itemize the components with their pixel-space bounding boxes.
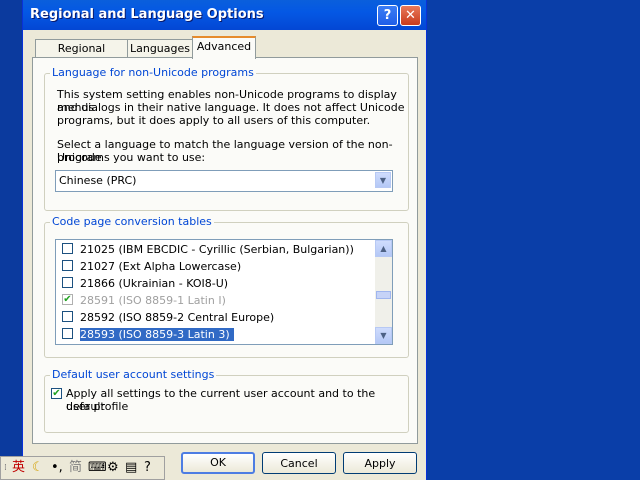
language-dropdown-value: Chinese (PRC)	[59, 174, 137, 187]
chevron-down-icon[interactable]: ▼	[375, 172, 391, 188]
help-button[interactable]: ?	[377, 5, 398, 26]
code-page-group-label: Code page conversion tables	[50, 215, 214, 228]
list-item[interactable]: 28592 (ISO 8859-2 Central Europe)	[56, 309, 374, 326]
list-item-selected[interactable]: 28593 (ISO 8859-3 Latin 3)	[56, 326, 374, 343]
tab-advanced[interactable]: Advanced	[192, 36, 256, 59]
ime-pad-icon[interactable]: ▤	[125, 460, 137, 476]
code-page-group: Code page conversion tables 21025 (IBM E…	[44, 215, 409, 358]
vertical-scrollbar[interactable]: ▲ ▼	[375, 240, 392, 344]
language-dropdown[interactable]: Chinese (PRC) ▼	[55, 170, 393, 192]
checkbox[interactable]	[62, 243, 73, 254]
cancel-button[interactable]: Cancel	[262, 452, 336, 474]
checkbox[interactable]	[62, 311, 73, 322]
default-user-group-label: Default user account settings	[50, 368, 217, 381]
apply-button[interactable]: Apply	[343, 452, 417, 474]
list-item[interactable]: 21027 (Ext Alpha Lowercase)	[56, 258, 374, 275]
apply-settings-line-2: user profile	[66, 400, 129, 413]
scroll-down-icon[interactable]: ▼	[375, 327, 392, 344]
desktop-background	[425, 0, 640, 480]
input-mode-indicator[interactable]: 简	[69, 460, 82, 476]
language-bar: ⁞ 英 ☾ •, 简 ⌨ ⚙ ▤ ?	[0, 456, 165, 480]
list-item-label: 21027 (Ext Alpha Lowercase)	[80, 260, 242, 273]
close-button[interactable]: ✕	[400, 5, 421, 26]
list-item[interactable]: 21025 (IBM EBCDIC - Cyrillic (Serbian, B…	[56, 241, 374, 258]
scroll-up-icon[interactable]: ▲	[375, 240, 392, 257]
code-page-list[interactable]: 21025 (IBM EBCDIC - Cyrillic (Serbian, B…	[55, 239, 393, 345]
scroll-thumb[interactable]	[376, 291, 391, 299]
punctuation-icon[interactable]: •,	[51, 460, 63, 476]
checkmark-icon[interactable]: ✔	[62, 294, 73, 305]
title-bar[interactable]: Regional and Language Options ? ✕	[23, 0, 426, 30]
non-unicode-group: Language for non-Unicode programs This s…	[44, 66, 409, 211]
checkbox[interactable]	[62, 328, 73, 339]
description-line-3: programs, but it does apply to all users…	[57, 114, 371, 127]
grip-icon[interactable]: ⁞	[4, 460, 7, 476]
list-item-label: 21866 (Ukrainian - KOI8-U)	[80, 277, 229, 290]
help-icon[interactable]: ?	[144, 460, 151, 476]
tools-icon[interactable]: ⚙	[107, 460, 119, 476]
moon-icon[interactable]: ☾	[32, 460, 44, 476]
list-item-label: 21025 (IBM EBCDIC - Cyrillic (Serbian, B…	[80, 243, 354, 256]
description-line-2: and dialogs in their native language. It…	[57, 101, 405, 114]
select-instruction-line-2: programs you want to use:	[57, 151, 206, 164]
checkmark-icon[interactable]: ✔	[51, 388, 62, 399]
checkbox[interactable]	[62, 260, 73, 271]
list-item[interactable]: 21866 (Ukrainian - KOI8-U)	[56, 275, 374, 292]
ok-button[interactable]: OK	[181, 452, 255, 474]
regional-language-dialog: Regional and Language Options ? ✕ Region…	[22, 0, 427, 480]
list-item-label: 28593 (ISO 8859-3 Latin 3)	[80, 328, 234, 341]
checkbox[interactable]	[62, 277, 73, 288]
keyboard-icon[interactable]: ⌨	[88, 460, 107, 476]
list-item-label: 28591 (ISO 8859-1 Latin I)	[80, 294, 226, 307]
list-item-label: 28592 (ISO 8859-2 Central Europe)	[80, 311, 275, 324]
tab-regional-options[interactable]: Regional Options	[35, 39, 128, 73]
non-unicode-group-label: Language for non-Unicode programs	[50, 66, 256, 79]
list-item[interactable]: ✔ 28591 (ISO 8859-1 Latin I)	[56, 292, 374, 309]
window-title: Regional and Language Options	[30, 7, 264, 22]
tab-languages[interactable]: Languages	[127, 39, 193, 58]
input-language-indicator[interactable]: 英	[12, 460, 25, 476]
desktop-left	[0, 0, 22, 480]
advanced-panel: Language for non-Unicode programs This s…	[32, 57, 418, 444]
default-user-group: Default user account settings ✔ Apply al…	[44, 368, 409, 433]
